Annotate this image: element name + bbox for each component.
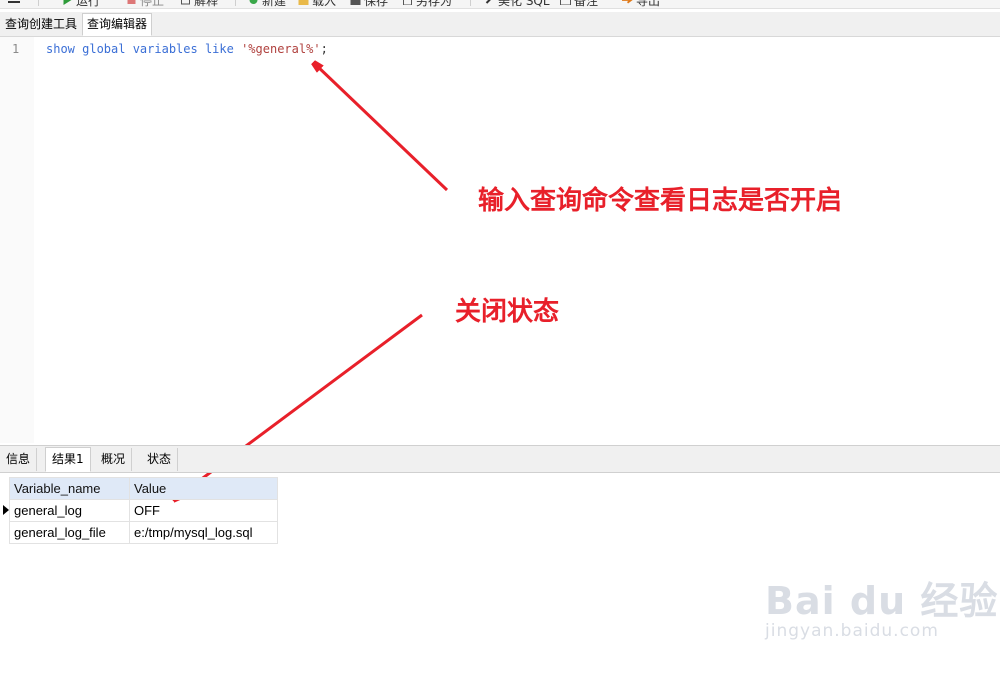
column-header[interactable]: Value — [129, 477, 278, 500]
row-indicator — [0, 521, 10, 544]
tab-info[interactable]: 信息 — [0, 448, 38, 471]
baidu-jingyan-watermark: Bai du 经验 jingyan.baidu.com — [765, 570, 998, 641]
line-number: 1 — [12, 42, 20, 56]
load-button[interactable]: 载入 — [298, 0, 337, 8]
beautify-sql-label: 美化 SQL — [498, 0, 550, 8]
table-cell[interactable]: general_log — [9, 499, 130, 522]
line-number-gutter: 1 — [0, 37, 34, 443]
tab-result-1[interactable]: 结果1 — [45, 447, 91, 472]
sql-terminator: ; — [320, 42, 328, 56]
save-as-label: 另存为 — [416, 0, 453, 8]
editor-tab-bar: 查询创建工具 查询编辑器 — [0, 12, 1000, 37]
export-label: 导出 — [636, 0, 661, 8]
beautify-sql-button[interactable]: 美化 SQL — [484, 0, 550, 8]
table-row[interactable]: general_log_file e:/tmp/mysql_log.sql — [0, 521, 278, 544]
sql-string-literal: '%general%' — [241, 42, 321, 56]
comment-button[interactable]: 备注 — [560, 0, 599, 8]
table-row[interactable]: general_log OFF — [0, 499, 278, 522]
load-icon — [298, 0, 309, 5]
toolbar: 运行 停止 解释 新建 载入 保存 另存为 美化 SQL 备注 导出 — [0, 0, 1000, 9]
row-indicator — [0, 477, 10, 500]
column-header[interactable]: Variable_name — [9, 477, 130, 500]
current-row-indicator-icon — [0, 499, 10, 522]
export-icon — [622, 0, 633, 4]
table-cell[interactable]: e:/tmp/mysql_log.sql — [129, 521, 278, 544]
stop-icon — [127, 0, 136, 4]
tab-query-editor[interactable]: 查询编辑器 — [82, 13, 153, 36]
tab-query-builder[interactable]: 查询创建工具 — [1, 14, 81, 35]
table-cell[interactable]: general_log_file — [9, 521, 130, 544]
new-icon — [249, 0, 258, 4]
save-as-icon — [403, 0, 412, 5]
save-icon — [350, 0, 361, 5]
comment-label: 备注 — [574, 0, 599, 8]
run-label: 运行 — [76, 0, 101, 8]
new-label: 新建 — [262, 0, 287, 8]
save-as-button[interactable]: 另存为 — [402, 0, 453, 8]
explain-icon — [181, 0, 190, 5]
tab-profile[interactable]: 概况 — [95, 448, 133, 471]
comment-icon — [560, 0, 571, 5]
stop-button[interactable]: 停止 — [126, 0, 165, 8]
toolbar-divider — [470, 0, 471, 6]
export-button[interactable]: 导出 — [622, 0, 661, 8]
load-label: 载入 — [312, 0, 337, 8]
save-label: 保存 — [364, 0, 389, 8]
tab-status[interactable]: 状态 — [141, 448, 179, 471]
watermark-brand: Bai du 经验 — [765, 579, 999, 623]
explain-button[interactable]: 解释 — [180, 0, 219, 8]
new-button[interactable]: 新建 — [248, 0, 287, 8]
toolbar-divider — [235, 0, 236, 6]
table-header-row: Variable_name Value — [0, 477, 278, 500]
save-button[interactable]: 保存 — [350, 0, 389, 8]
sql-keywords: show global variables like — [46, 42, 242, 56]
explain-label: 解释 — [194, 0, 219, 8]
run-button[interactable]: 运行 — [62, 0, 101, 8]
result-tab-bar: 信息 结果1 概况 状态 — [0, 445, 1000, 473]
stop-label: 停止 — [140, 0, 165, 8]
sql-code-line[interactable]: show global variables like '%general%'; — [46, 42, 328, 56]
query-annotation: 输入查询命令查看日志是否开启 — [478, 186, 843, 216]
toolbar-divider — [38, 0, 39, 6]
sql-editor[interactable]: 1 show global variables like '%general%'… — [0, 37, 1000, 443]
result-grid: Variable_name Value general_log OFF gene… — [0, 477, 278, 544]
status-annotation: 关闭状态 — [455, 297, 560, 327]
menu-icon[interactable] — [8, 0, 20, 6]
table-cell[interactable]: OFF — [129, 499, 278, 522]
run-icon — [63, 0, 72, 5]
beautify-sql-icon — [485, 0, 491, 4]
